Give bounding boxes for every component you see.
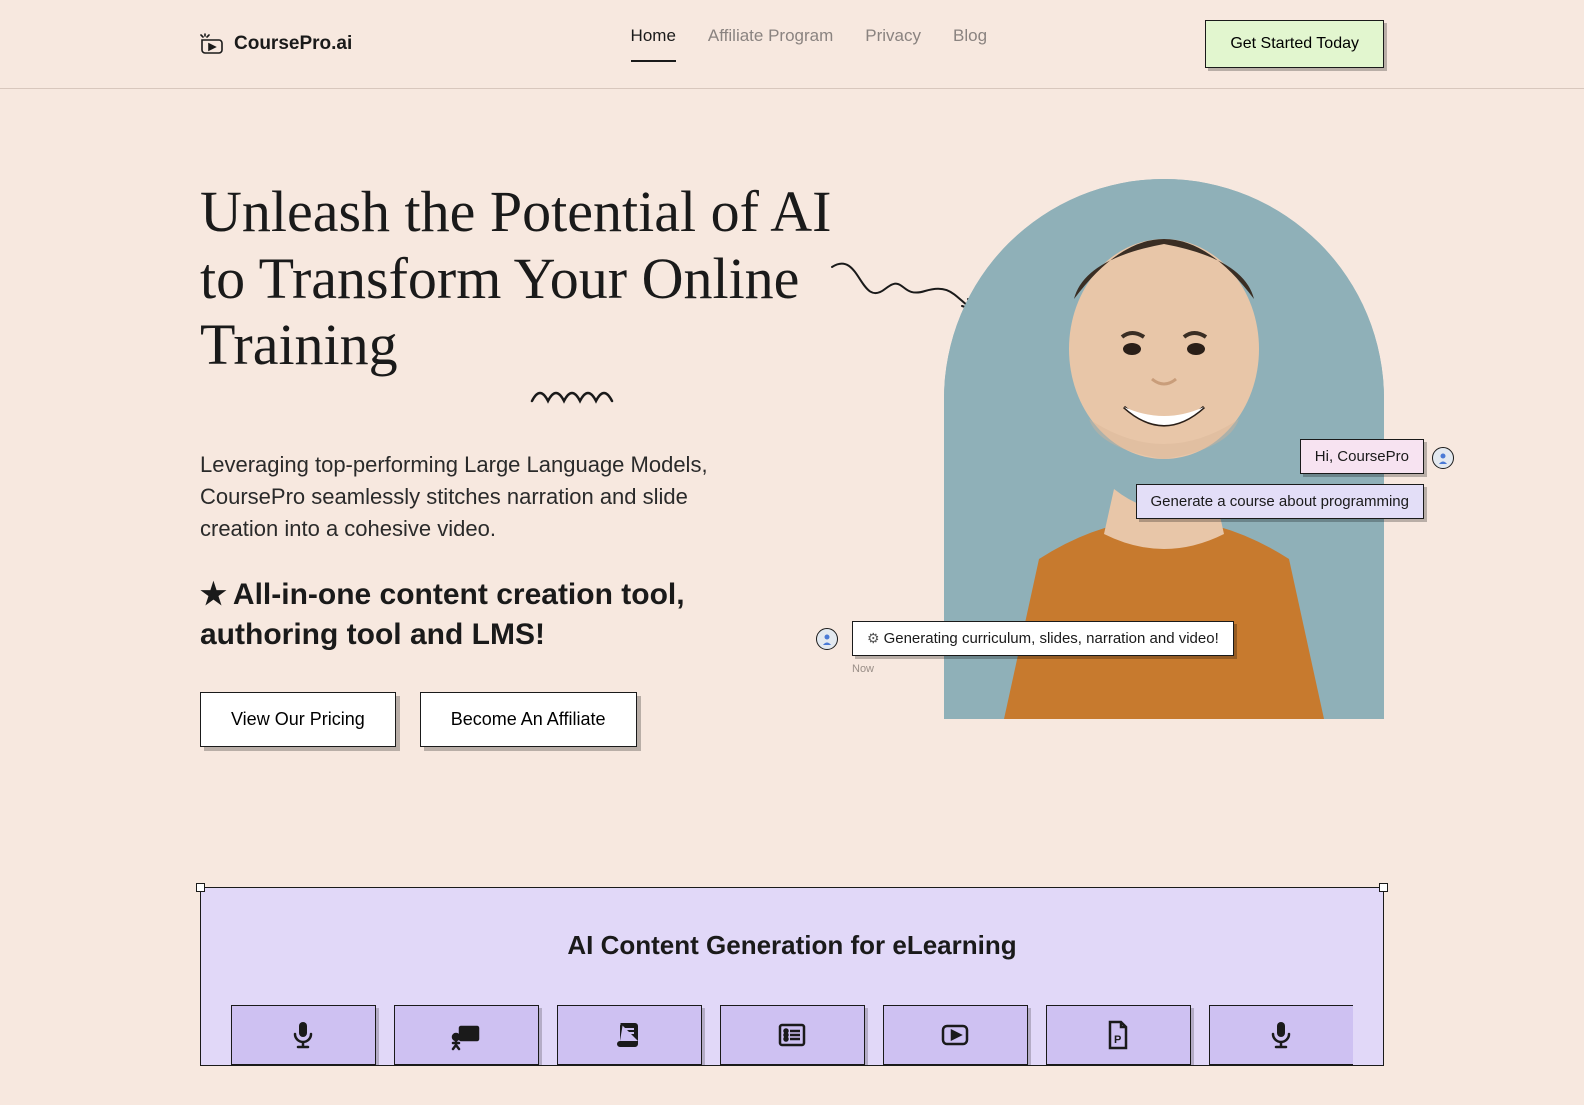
nav-privacy[interactable]: Privacy [865,26,921,62]
feature-card[interactable] [1209,1005,1354,1065]
main-nav: Home Affiliate Program Privacy Blog [631,26,987,62]
chat-status-text: Generating curriculum, slides, narration… [884,630,1219,647]
hero-callout-text: All-in-one content creation tool, author… [200,578,685,652]
feature-card[interactable] [720,1005,865,1065]
nav-affiliate[interactable]: Affiliate Program [708,26,833,62]
features-section: AI Content Generation for eLearning P [200,887,1384,1066]
selection-handle-icon [196,883,205,892]
feature-card[interactable] [557,1005,702,1065]
svg-text:P: P [1114,1034,1121,1046]
file-p-icon: P [1102,1019,1134,1051]
presentation-icon [450,1019,482,1051]
hero-title: Unleash the Potential of AI to Transform… [200,179,840,409]
chat-bubble-prompt: Generate a course about programming [1136,484,1424,519]
star-icon: ★ [200,578,227,611]
brand-logo[interactable]: CoursePro.ai [200,33,352,55]
features-box: AI Content Generation for eLearning P [200,887,1384,1066]
gear-icon: ⚙ [867,630,880,646]
brand-name: CoursePro.ai [234,33,352,55]
feature-card[interactable] [231,1005,376,1065]
selection-handle-icon [1379,883,1388,892]
microphone-icon [1265,1019,1297,1051]
hero-subtitle: Leveraging top-performing Large Language… [200,449,720,545]
chat-timestamp: Now [852,663,874,675]
book-icon [613,1019,645,1051]
get-started-button[interactable]: Get Started Today [1205,20,1384,68]
site-header: CoursePro.ai Home Affiliate Program Priv… [0,0,1584,89]
bot-avatar-icon [816,628,838,650]
feature-cards: P [231,1005,1353,1065]
hero-section: Unleash the Potential of AI to Transform… [0,89,1584,807]
logo-mark-icon [200,33,226,55]
feature-card[interactable]: P [1046,1005,1191,1065]
pricing-button[interactable]: View Our Pricing [200,692,396,747]
affiliate-button[interactable]: Become An Affiliate [420,692,637,747]
underline-doodle-icon [530,387,620,409]
feature-card[interactable] [394,1005,539,1065]
microphone-icon [287,1019,319,1051]
hero-title-text: Unleash the Potential of AI to Transform… [200,179,831,377]
hero-callout: ★All-in-one content creation tool, autho… [200,575,720,656]
nav-home[interactable]: Home [631,26,676,62]
chat-bubble-status: ⚙Generating curriculum, slides, narratio… [852,621,1234,656]
hero-buttons: View Our Pricing Become An Affiliate [200,692,840,747]
list-icon [776,1019,808,1051]
chat-bubble-greeting: Hi, CoursePro [1300,439,1424,474]
user-avatar-icon [1432,447,1454,469]
features-title: AI Content Generation for eLearning [231,930,1353,961]
hero-illustration: Hi, CoursePro Generate a course about pr… [944,179,1384,719]
nav-blog[interactable]: Blog [953,26,987,62]
video-icon [939,1019,971,1051]
hero-copy: Unleash the Potential of AI to Transform… [200,179,840,747]
feature-card[interactable] [883,1005,1028,1065]
